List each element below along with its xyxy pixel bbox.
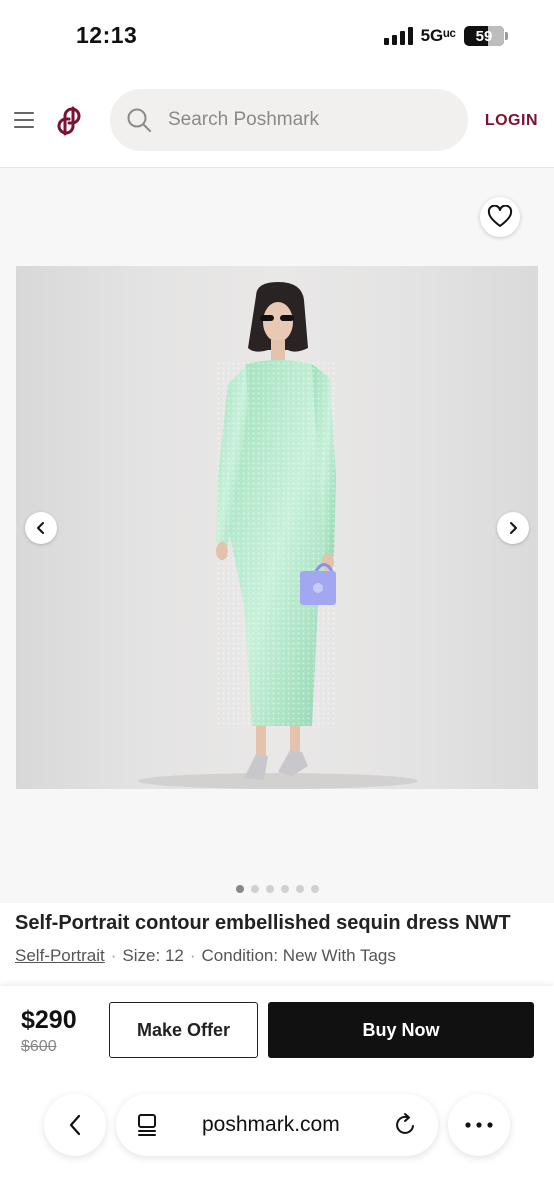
search-input[interactable] xyxy=(168,109,428,131)
url-text: poshmark.com xyxy=(202,1113,340,1136)
product-meta: Self-Portrait · Size: 12 · Condition: Ne… xyxy=(15,946,396,966)
brand-link[interactable]: Self-Portrait xyxy=(15,946,105,966)
search-bar[interactable] xyxy=(110,89,468,151)
original-price: $600 xyxy=(21,1038,57,1055)
address-bar[interactable]: poshmark.com xyxy=(116,1094,438,1156)
back-icon xyxy=(69,1114,81,1136)
dress-photo xyxy=(138,282,418,789)
product-condition: Condition: New With Tags xyxy=(201,946,396,965)
status-bar: 12:13 5Gᵘᶜ 59 xyxy=(0,0,554,72)
meta-separator: · xyxy=(110,946,117,965)
menu-icon[interactable] xyxy=(14,112,34,128)
search-icon xyxy=(127,108,151,132)
more-icon xyxy=(465,1122,493,1128)
like-button[interactable] xyxy=(480,197,520,237)
next-image-button[interactable] xyxy=(497,512,529,544)
product-gallery xyxy=(0,168,554,903)
product-image[interactable] xyxy=(16,266,538,789)
tabs-icon xyxy=(138,1114,156,1136)
pagination-dot[interactable] xyxy=(235,885,244,893)
pagination-dot[interactable] xyxy=(265,885,274,893)
purchase-bar: $290 $600 Make Offer Buy Now xyxy=(0,986,554,1070)
product-size: Size: 12 xyxy=(122,946,184,965)
product-title: Self-Portrait contour embellished sequin… xyxy=(15,912,511,934)
chevron-left-icon xyxy=(37,522,44,534)
image-pagination xyxy=(0,885,554,893)
make-offer-button[interactable]: Make Offer xyxy=(109,1002,258,1058)
meta-separator: · xyxy=(189,946,196,965)
reload-icon[interactable] xyxy=(394,1112,418,1138)
network-type: 5Gᵘᶜ xyxy=(420,26,456,45)
more-button[interactable] xyxy=(448,1094,510,1156)
site-header: LOGIN xyxy=(0,72,554,168)
pagination-dot[interactable] xyxy=(250,885,259,893)
back-button[interactable] xyxy=(44,1094,106,1156)
browser-toolbar: poshmark.com xyxy=(0,1070,554,1200)
battery-level: 59 xyxy=(475,27,493,45)
battery-icon: 59 xyxy=(464,26,508,46)
sale-price: $290 xyxy=(21,1006,77,1034)
login-link[interactable]: LOGIN xyxy=(485,112,538,130)
chevron-right-icon xyxy=(510,522,517,534)
pagination-dot[interactable] xyxy=(295,885,304,893)
buy-now-button[interactable]: Buy Now xyxy=(268,1002,534,1058)
status-time: 12:13 xyxy=(76,22,138,48)
prev-image-button[interactable] xyxy=(25,512,57,544)
heart-icon xyxy=(487,205,513,227)
status-indicators: 5Gᵘᶜ 59 xyxy=(383,26,508,46)
pagination-dot[interactable] xyxy=(310,885,319,893)
pagination-dot[interactable] xyxy=(280,885,289,893)
poshmark-logo[interactable] xyxy=(56,104,86,136)
signal-icon xyxy=(383,27,413,45)
